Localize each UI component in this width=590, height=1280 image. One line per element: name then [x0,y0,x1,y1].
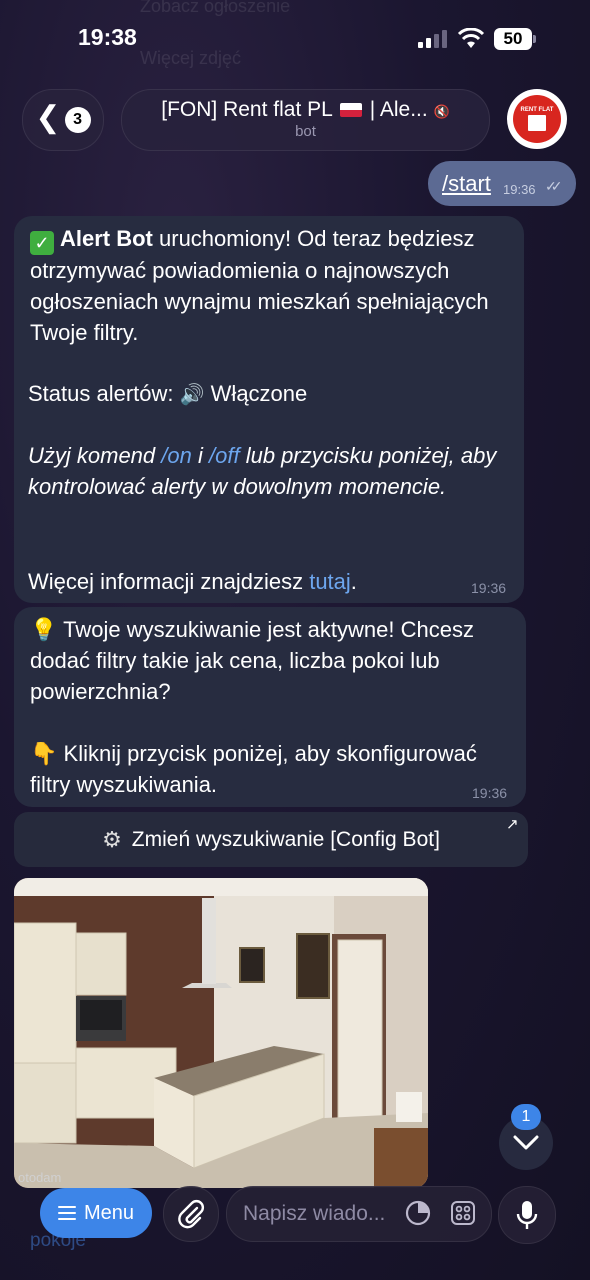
message-time: 19:36 [472,785,508,801]
battery-tip [533,35,536,43]
message-time: 19:36 [503,182,536,197]
search-active-text: 💡 Twoje wyszukiwanie jest aktywne! Chces… [30,617,474,704]
wifi-icon [457,28,485,48]
light-bulb-icon: 💡 [30,617,58,642]
message-time: 19:36 [471,580,507,596]
configure-hint-text: 👇 Kliknij przycisk poniżej, aby skonfigu… [30,741,477,797]
double-check-icon: ✓✓ [545,178,563,194]
listing-photo[interactable] [14,878,428,1188]
photo-watermark: otodam [18,1170,62,1185]
signal-icon [418,30,447,48]
battery-indicator: 50 [494,28,532,50]
on-command-link[interactable]: /on [161,443,192,468]
gear-icon: ⚙ [102,826,122,852]
background-ghost-text: Zobacz ogłoszenie [140,0,291,16]
pointing-down-icon: 👇 [30,741,58,766]
change-search-button[interactable]: ⚙ Zmień wyszukiwanie [Config Bot] [14,812,528,867]
off-command-link[interactable]: /off [209,443,240,468]
back-button[interactable]: ❮ 3 [22,89,104,151]
bot-menu-button[interactable]: Menu [40,1188,152,1238]
poland-flag-icon [339,103,362,118]
attach-button[interactable] [163,1186,219,1242]
paperclip-icon [178,1200,204,1229]
chat-title: [FON] Rent flat PL | Ale... 🔇 [161,98,450,121]
bot-avatar[interactable]: RENT FLAT [507,89,567,149]
voice-message-button[interactable] [498,1186,556,1244]
change-search-label: Zmień wyszukiwanie [Config Bot] [131,827,440,851]
unread-chats-badge: 3 [64,107,91,133]
more-info-link[interactable]: tutaj [309,569,351,594]
rent-flat-logo: RENT FLAT [513,95,561,143]
check-mark-icon: ✓ [30,231,54,255]
message-input-placeholder: Napisz wiado... [243,1202,386,1225]
more-info-text: Więcej informacji znajdziesz tutaj. [28,569,357,594]
outgoing-command[interactable]: /start [442,171,491,197]
menu-label: Menu [83,1201,135,1224]
sticker-icon[interactable] [404,1199,432,1227]
status-time: 19:38 [78,24,137,50]
chevron-down-icon [513,1135,539,1150]
alert-hint-text: Użyj komend /on i /off lub przycisku pon… [28,443,497,499]
chevron-left-icon: ❮ [35,101,61,134]
microphone-icon [516,1201,538,1229]
chat-title-pill[interactable]: [FON] Rent flat PL | Ale... 🔇 bot [121,89,490,151]
attachment-menu-icon[interactable] [449,1199,477,1227]
unread-messages-badge: 1 [511,1104,541,1130]
muted-speaker-icon: 🔇 [433,104,450,119]
background-ghost-text: Więcej zdjęć [140,48,242,68]
chat-subtitle: bot [295,123,316,140]
alert-status-line: Status alertów: 🔊 Włączone [28,381,308,406]
speaker-icon: 🔊 [179,384,205,406]
external-arrow-icon: ↗ [506,816,519,833]
menu-icon [57,1206,76,1220]
alert-intro-text: ✓ Alert Bot uruchomiony! Od teraz będzies… [30,226,489,345]
